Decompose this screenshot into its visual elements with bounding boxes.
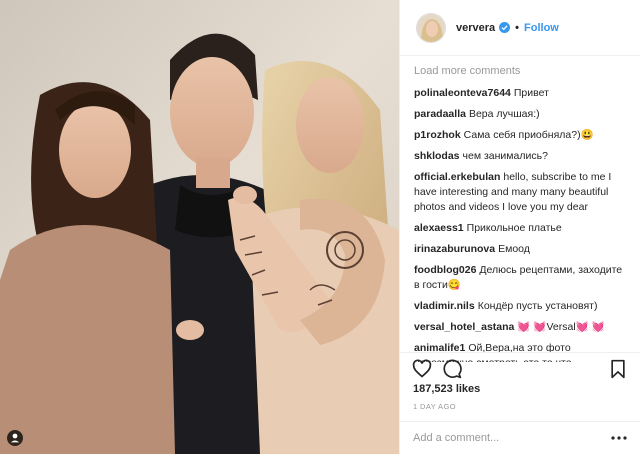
comment-text: чем занимались? xyxy=(462,150,548,162)
comment-user[interactable]: paradaalla xyxy=(414,108,466,120)
user-tag-icon[interactable] xyxy=(7,430,23,446)
add-comment-bar xyxy=(400,421,640,454)
list-item: p1rozhok Сама себя приобняла?)😃 xyxy=(414,128,626,143)
list-item: polinaleonteva7644 Привет xyxy=(414,86,626,101)
post-header: ververa • Follow xyxy=(400,0,640,56)
avatar[interactable] xyxy=(416,12,446,43)
comment-user[interactable]: polinaleonteva7644 xyxy=(414,87,511,99)
comment-text: Сама себя приобняла?)😃 xyxy=(463,129,594,141)
list-item: irinazaburunova Емоод xyxy=(414,242,626,257)
comment-text: Кондёр пусть установят) xyxy=(477,300,598,312)
comment-user[interactable]: p1rozhok xyxy=(414,129,461,141)
comments-list[interactable]: Load more comments polinaleonteva7644 При… xyxy=(400,62,640,362)
comment-icon[interactable] xyxy=(442,359,462,379)
list-item: shklodas чем занимались? xyxy=(414,149,626,164)
load-more-comments-link[interactable]: Load more comments xyxy=(414,65,626,77)
comment-input[interactable] xyxy=(413,432,611,444)
instagram-post: ververa • Follow Load more comments poli… xyxy=(0,0,640,454)
bookmark-icon[interactable] xyxy=(608,359,628,379)
timestamp[interactable]: 1 DAY AGO xyxy=(413,402,456,411)
heart-icon[interactable] xyxy=(412,359,432,379)
username[interactable]: ververa xyxy=(456,22,495,34)
comment-text: Емоод xyxy=(498,243,530,255)
follow-button[interactable]: Follow xyxy=(524,22,559,34)
list-item: alexaess1 Прикольное платье xyxy=(414,221,626,236)
photo-illustration xyxy=(0,0,399,454)
comment-text: Привет xyxy=(513,87,549,99)
list-item: versal_hotel_astana 💓 💓Versal💓 💓 xyxy=(414,320,626,335)
comment-text: 💓 💓Versal💓 💓 xyxy=(517,321,605,333)
likes-count[interactable]: 187,523 likes xyxy=(413,383,480,395)
list-item: official.erkebulan hello, subscribe to me… xyxy=(414,170,626,215)
comment-user[interactable]: versal_hotel_astana xyxy=(414,321,514,333)
comment-text: Прикольное платье xyxy=(466,222,562,234)
list-item: vladimir.nils Кондёр пусть установят) xyxy=(414,299,626,314)
list-item: foodblog026 Делюсь рецептами, заходите в … xyxy=(414,263,626,293)
comment-user[interactable]: vladimir.nils xyxy=(414,300,475,312)
action-bar xyxy=(400,352,640,378)
comment-user[interactable]: irinazaburunova xyxy=(414,243,495,255)
avatar-image xyxy=(417,13,445,42)
comment-user[interactable]: alexaess1 xyxy=(414,222,464,234)
list-item: paradaalla Вера лучшая:) xyxy=(414,107,626,122)
more-options-icon[interactable] xyxy=(611,435,627,441)
comment-user[interactable]: foodblog026 xyxy=(414,264,476,276)
post-sidebar: ververa • Follow Load more comments poli… xyxy=(399,0,640,454)
verified-badge-icon xyxy=(499,22,511,33)
separator-dot: • xyxy=(515,21,520,34)
comment-user[interactable]: shklodas xyxy=(414,150,460,162)
comment-user[interactable]: official.erkebulan xyxy=(414,171,500,183)
comment-text: Вера лучшая:) xyxy=(468,108,540,120)
post-photo[interactable] xyxy=(0,0,399,454)
